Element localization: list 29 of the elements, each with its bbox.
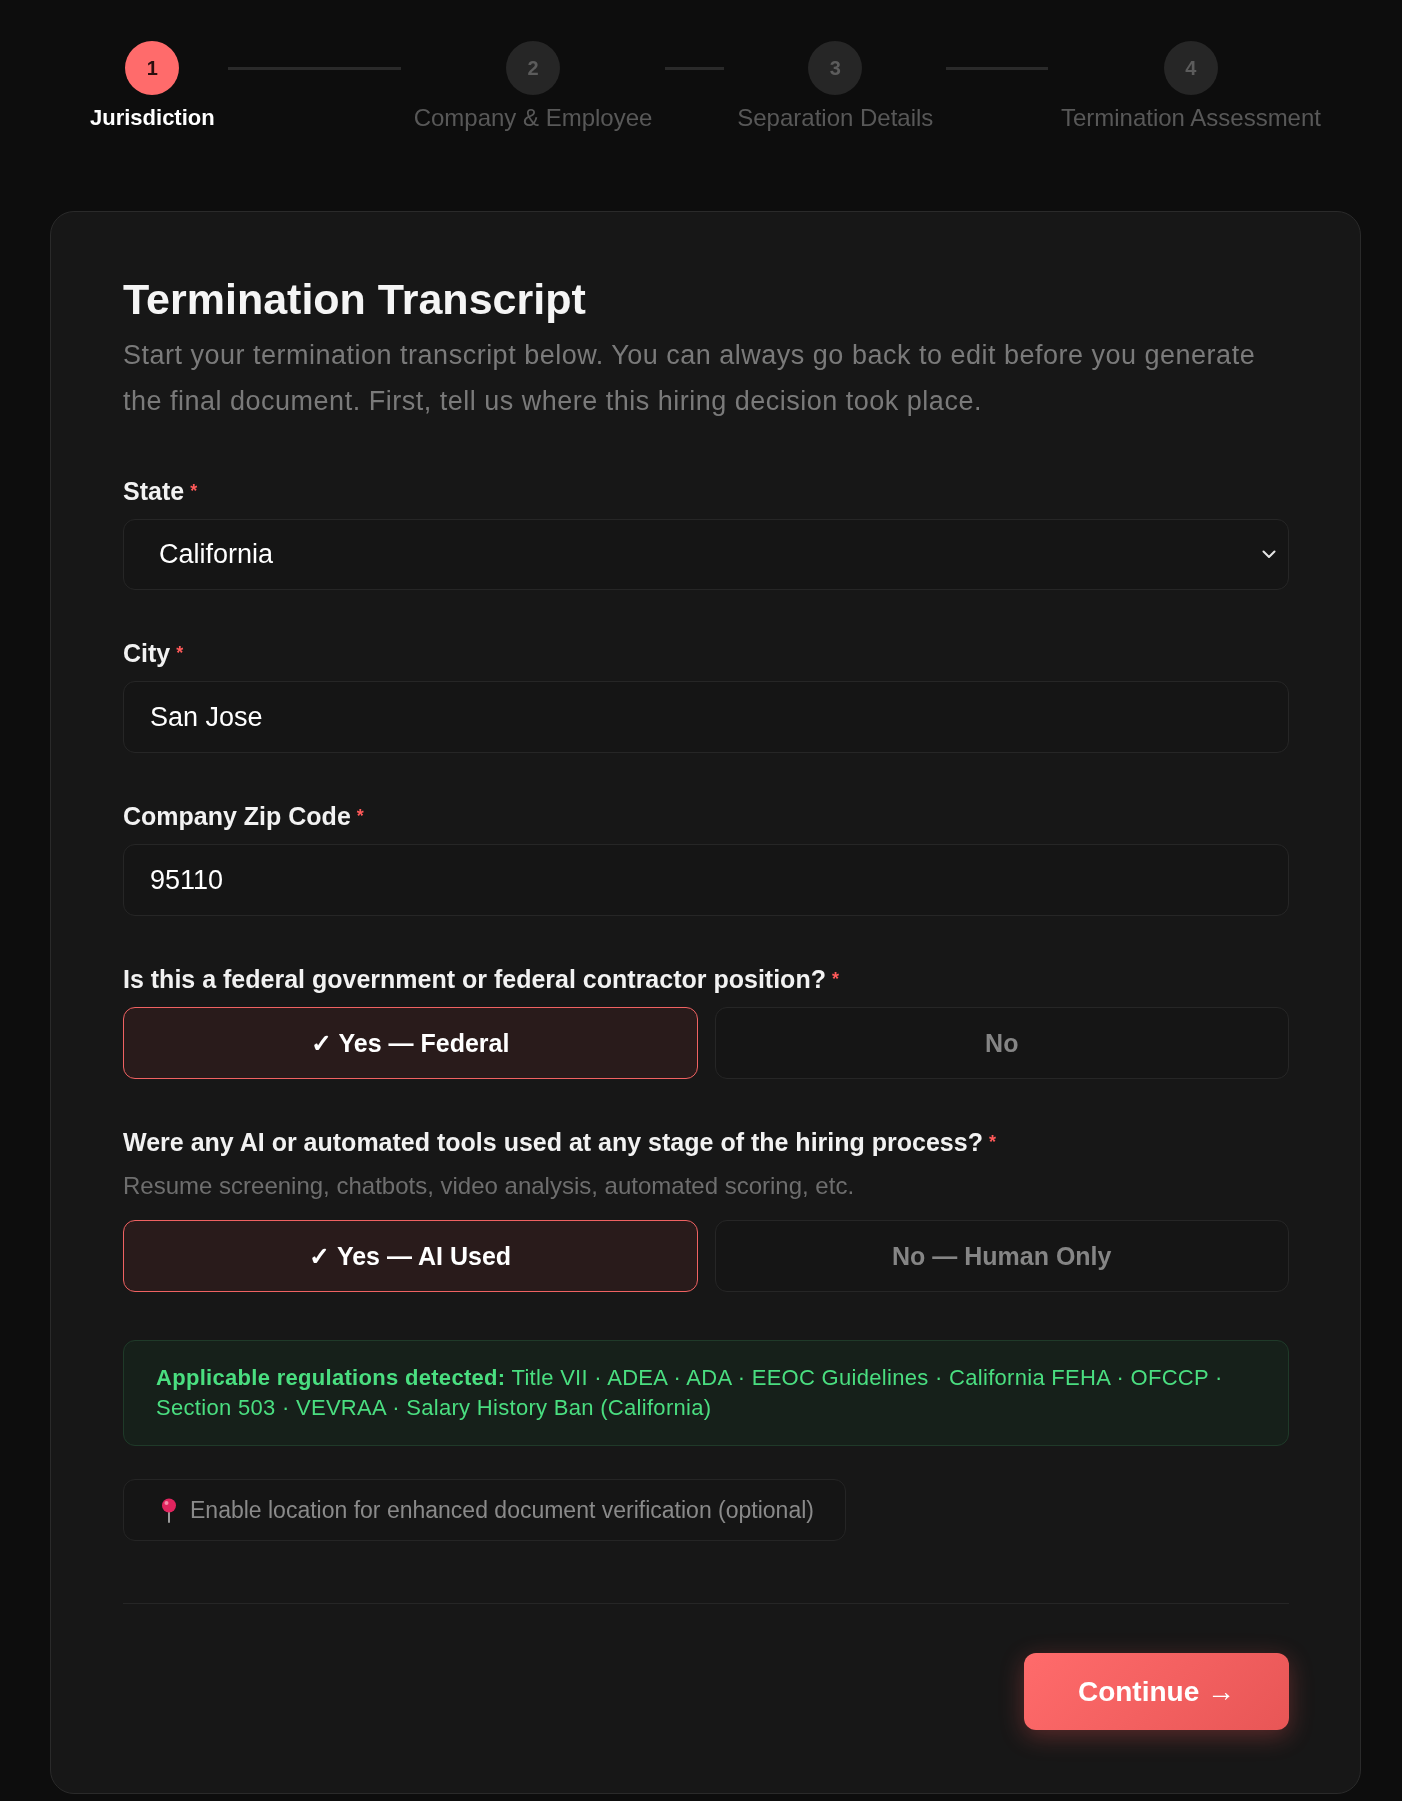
step-label: Termination Assessment [1060, 106, 1321, 130]
required-asterisk: * [190, 481, 198, 501]
step-label: Separation Details [737, 106, 934, 130]
step-label: Company & Employee [413, 106, 653, 130]
option-button[interactable]: ✓ Yes — AI Used [123, 1220, 698, 1292]
step-label: Jurisdiction [90, 106, 215, 130]
required-asterisk: * [176, 643, 184, 663]
select-field[interactable]: California [123, 519, 1289, 590]
option-button[interactable]: No [714, 1007, 1289, 1079]
field-label: Is this a federal government or federal contractor position? * [123, 964, 840, 994]
input-field[interactable]: 95110 [123, 844, 1289, 916]
form-intro: Start your termination transcript below. You can always go back to edit before you generate the final document. First, tell us where this hiring decision took place. [123, 339, 1257, 418]
option-button[interactable]: ✓ Yes — Federal [123, 1007, 698, 1079]
pin-icon [160, 1497, 178, 1523]
required-asterisk: * [831, 969, 839, 989]
required-asterisk: * [356, 806, 364, 826]
field-label: Company Zip Code * [123, 801, 365, 831]
option-button[interactable]: No — Human Only [714, 1220, 1289, 1292]
question-hint: Resume screening, chatbots, video analysis, automated scoring, etc. [123, 1172, 856, 1200]
form-title: Termination Transcript [123, 275, 587, 323]
field-label: State * [123, 476, 199, 506]
field-label: Were any AI or automated tools used at any stage of the hiring process? * [123, 1127, 997, 1157]
step-circle: 1 [125, 41, 180, 95]
field-label: City * [123, 638, 185, 668]
input-field[interactable]: San Jose [123, 681, 1289, 753]
regulations-notice: Applicable regulations detected: Title VII · ADEA · ADA · EEOC Guidelines · California FEHA · OFCCP · Section 503 · VEVRAA · Salary History Ban (California) [123, 1340, 1289, 1446]
required-asterisk: * [988, 1132, 996, 1152]
location-button[interactable]: Enable location for enhanced document verification (optional) [123, 1479, 846, 1541]
chevron-down-icon [1262, 550, 1276, 559]
